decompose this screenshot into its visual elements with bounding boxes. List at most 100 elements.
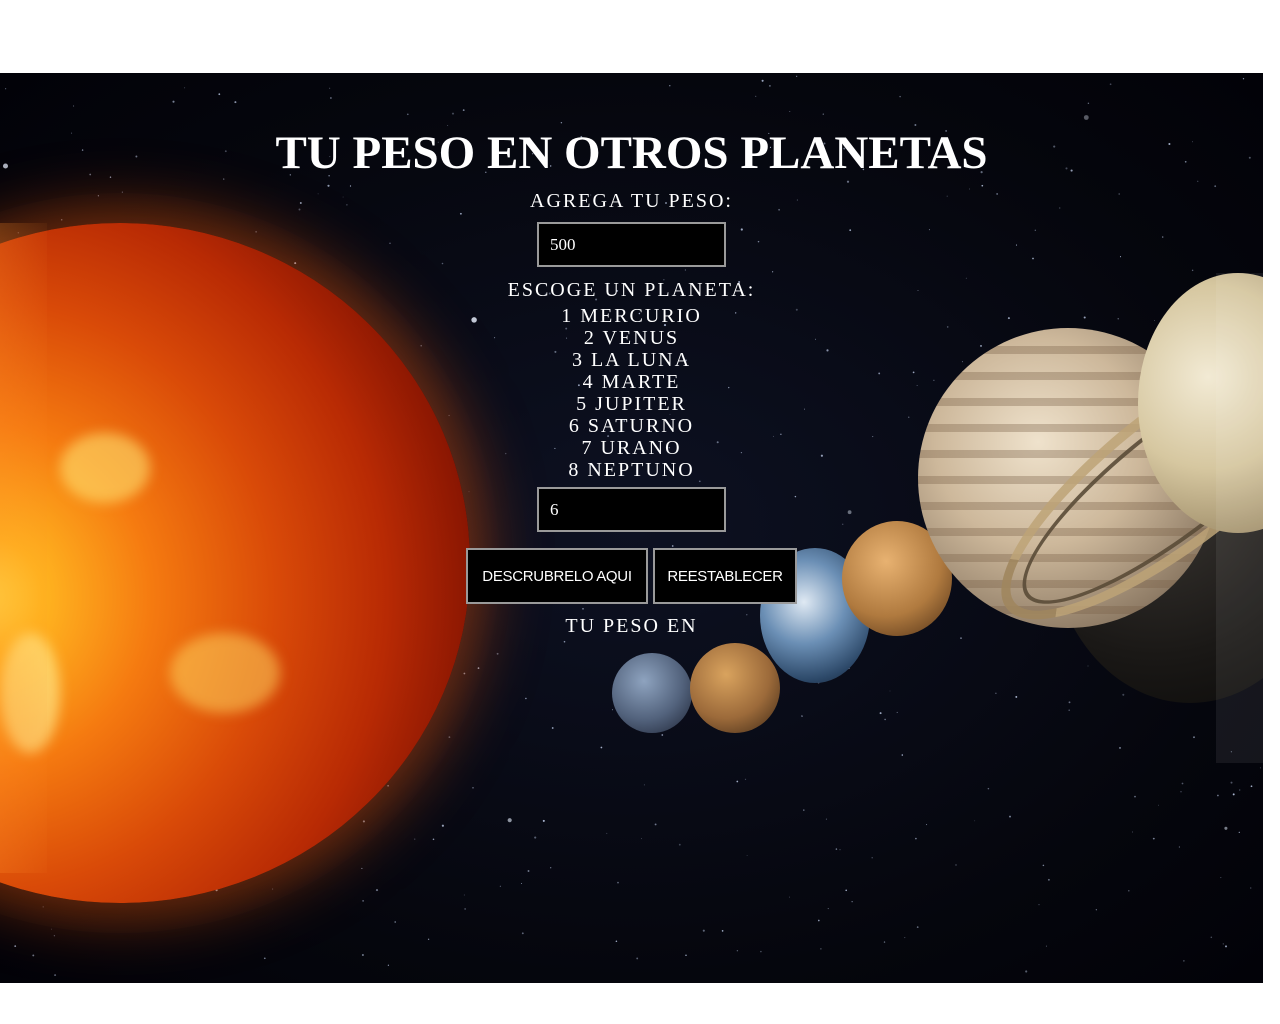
star — [1038, 904, 1040, 906]
star — [654, 823, 657, 826]
star — [499, 885, 501, 887]
star — [1239, 789, 1241, 791]
star — [1250, 785, 1253, 788]
star — [223, 178, 225, 180]
star — [847, 510, 852, 515]
star — [525, 697, 527, 700]
planet-option: 8 NEPTUNO — [568, 459, 695, 481]
star — [744, 778, 747, 780]
star — [464, 908, 466, 910]
star — [54, 974, 57, 977]
star — [760, 950, 762, 953]
star — [521, 883, 522, 884]
star — [845, 889, 847, 892]
planet-option: 2 VENUS — [583, 327, 680, 349]
planet-number-input[interactable] — [537, 487, 726, 532]
star — [172, 100, 175, 103]
star — [641, 838, 642, 840]
star — [916, 926, 919, 928]
star — [582, 608, 584, 610]
star — [851, 901, 853, 903]
star — [825, 818, 827, 820]
star — [362, 900, 364, 902]
star — [1068, 709, 1071, 712]
star — [1224, 945, 1228, 948]
star — [1068, 701, 1071, 704]
star — [1222, 943, 1224, 945]
star — [1025, 970, 1028, 973]
star — [769, 85, 771, 87]
star — [789, 111, 791, 112]
star — [1230, 781, 1233, 784]
star — [1109, 83, 1112, 86]
star — [1224, 826, 1228, 830]
star — [820, 948, 822, 950]
star — [1161, 236, 1164, 238]
star — [772, 271, 774, 273]
star — [329, 87, 331, 89]
star — [1220, 877, 1222, 879]
star — [987, 787, 990, 790]
star — [496, 652, 499, 655]
star — [427, 938, 430, 940]
star — [447, 125, 449, 126]
star — [1083, 115, 1089, 120]
star — [1087, 102, 1090, 105]
planet-option: 7 URANO — [581, 437, 682, 459]
uranus-image — [690, 643, 780, 733]
star — [960, 637, 962, 639]
star — [928, 229, 930, 231]
star — [1131, 831, 1134, 833]
star — [51, 928, 52, 930]
planet-option: 4 MARTE — [582, 371, 681, 393]
star — [871, 856, 873, 859]
star — [915, 837, 917, 840]
star — [459, 212, 462, 215]
star — [835, 848, 838, 850]
star — [914, 124, 917, 126]
star — [1045, 945, 1047, 947]
star — [955, 864, 957, 866]
star — [527, 870, 530, 872]
page-title: TU PESO EN OTROS PLANETAS — [275, 127, 988, 179]
star — [761, 79, 764, 82]
star — [389, 242, 391, 244]
star — [1015, 244, 1018, 246]
star — [995, 692, 997, 695]
reset-button[interactable]: REESTABLECER — [653, 548, 797, 604]
star — [53, 935, 56, 937]
star — [1158, 804, 1160, 806]
star — [361, 867, 363, 869]
star — [612, 709, 613, 711]
star — [794, 495, 797, 498]
planet-option: 3 LA LUNA — [571, 349, 692, 371]
star — [1180, 791, 1182, 793]
star — [789, 896, 791, 898]
star — [822, 113, 824, 115]
discover-button[interactable]: DESCRUBRELO AQUI — [466, 548, 648, 604]
star — [521, 932, 524, 935]
star — [1259, 767, 1261, 769]
weight-input[interactable] — [537, 222, 726, 267]
star — [387, 964, 390, 966]
star — [1232, 793, 1235, 796]
star — [327, 184, 330, 187]
planet-option: 1 MERCURIO — [561, 305, 702, 327]
star — [349, 185, 352, 187]
star — [1191, 269, 1194, 272]
star — [661, 734, 664, 736]
star — [441, 262, 444, 265]
star — [757, 240, 760, 243]
star — [827, 908, 829, 910]
star — [1087, 665, 1089, 667]
star — [1193, 736, 1195, 739]
star — [1210, 936, 1213, 939]
weight-label: AGREGA TU PESO: — [530, 190, 733, 212]
star — [1128, 889, 1130, 892]
star — [883, 941, 886, 943]
planet-option: 6 SATURNO — [568, 415, 695, 437]
star — [904, 937, 906, 939]
star — [73, 105, 75, 107]
star — [534, 836, 537, 839]
star — [14, 945, 17, 947]
